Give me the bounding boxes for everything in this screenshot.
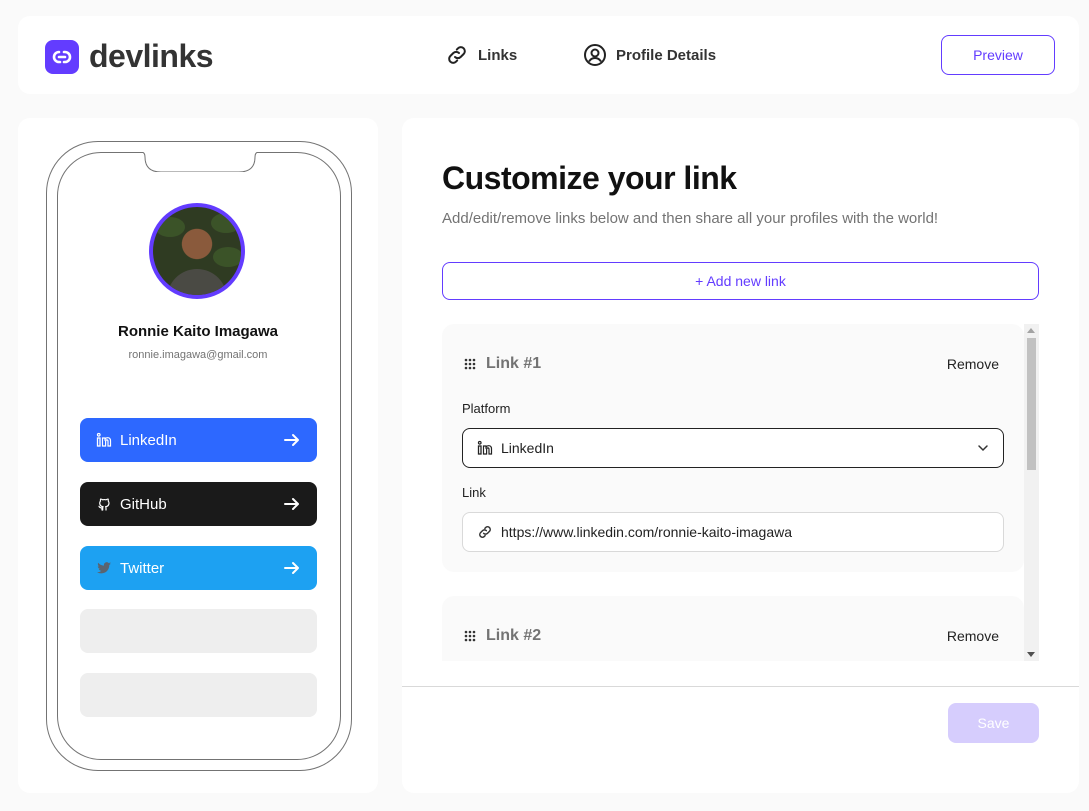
remove-link-button[interactable]: Remove: [947, 356, 999, 372]
remove-link-button[interactable]: Remove: [947, 628, 999, 644]
drag-handle-icon[interactable]: [464, 630, 476, 642]
logo-wordmark: devlinks: [89, 38, 214, 74]
preview-link-label: Twitter: [120, 559, 165, 577]
link-editor-card: Link #2 Remove: [442, 596, 1024, 661]
arrow-right-icon: [284, 562, 299, 574]
phone-preview-panel: Ronnie Kaito Imagawa ronnie.imagawa@gmai…: [18, 118, 378, 793]
github-icon: [98, 498, 110, 511]
profile-email: ronnie.imagawa@gmail.com: [128, 349, 268, 361]
scrollbar-thumb[interactable]: [1027, 338, 1036, 470]
avatar: [149, 203, 245, 299]
top-nav-bar: devlinks Links Profile Details Preview: [18, 16, 1079, 94]
linkedin-icon: [96, 432, 112, 447]
logo-link-icon: [45, 39, 79, 74]
platform-select-value: LinkedIn: [501, 440, 554, 456]
preview-link-twitter[interactable]: Twitter: [80, 546, 317, 590]
preview-link-github[interactable]: GitHub: [80, 482, 317, 526]
drag-handle-icon[interactable]: [464, 358, 476, 370]
link-label: Link: [462, 485, 486, 500]
linkedin-icon: [477, 440, 493, 455]
preview-link-label: GitHub: [120, 495, 167, 513]
arrow-right-icon: [284, 498, 299, 510]
profile-name: Ronnie Kaito Imagawa: [117, 323, 279, 340]
twitter-icon: [97, 562, 111, 574]
page-subtitle: Add/edit/remove links below and then sha…: [442, 210, 939, 227]
tab-links[interactable]: Links: [445, 43, 517, 67]
preview-button[interactable]: Preview: [941, 35, 1055, 75]
preview-link-linkedin[interactable]: LinkedIn: [80, 418, 317, 462]
preview-link-placeholder: [80, 609, 317, 653]
save-button[interactable]: Save: [948, 703, 1039, 743]
link-url-input[interactable]: [501, 524, 989, 540]
link-icon: [479, 526, 491, 538]
logo[interactable]: devlinks: [45, 38, 214, 75]
add-new-link-button[interactable]: + Add new link: [442, 262, 1039, 300]
tab-profile-label: Profile Details: [616, 46, 717, 64]
preview-link-label: LinkedIn: [120, 431, 177, 449]
link-title: Link #2: [486, 627, 542, 644]
tab-profile-details[interactable]: Profile Details: [583, 43, 716, 67]
profile-circle-icon: [584, 44, 606, 66]
link-icon: [448, 46, 466, 64]
tab-links-label: Links: [478, 46, 518, 64]
chevron-down-icon: [978, 445, 988, 452]
scrollbar[interactable]: [1024, 324, 1039, 661]
platform-label: Platform: [462, 401, 511, 416]
footer-divider: [402, 686, 1079, 687]
phone-notch: [135, 152, 265, 172]
scroll-down-arrow[interactable]: [1027, 652, 1035, 657]
link-url-field: [462, 512, 1004, 552]
arrow-right-icon: [284, 434, 299, 446]
links-list[interactable]: Link #1 Remove Platform LinkedIn Link Li…: [442, 324, 1039, 661]
link-title: Link #1: [486, 355, 542, 372]
link-editor-card: Link #1 Remove Platform LinkedIn Link: [442, 324, 1024, 572]
customize-links-panel: Customize your link Add/edit/remove link…: [402, 118, 1079, 793]
platform-select[interactable]: LinkedIn: [462, 428, 1004, 468]
scroll-up-arrow[interactable]: [1027, 328, 1035, 333]
preview-link-placeholder: [80, 673, 317, 717]
page-title: Customize your link: [442, 160, 737, 196]
